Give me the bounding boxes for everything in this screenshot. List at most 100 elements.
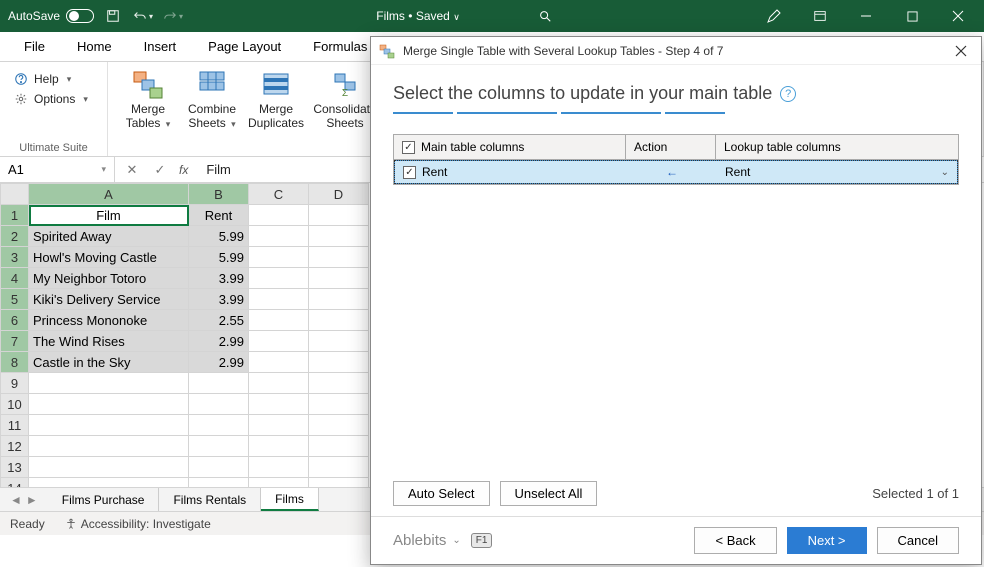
next-button[interactable]: Next > (787, 527, 867, 554)
cell[interactable]: 5.99 (189, 226, 249, 247)
cell[interactable] (189, 436, 249, 457)
dialog-titlebar[interactable]: Merge Single Table with Several Lookup T… (371, 37, 981, 65)
row-header[interactable]: 4 (1, 268, 29, 289)
cell[interactable]: Film (29, 205, 189, 226)
cell[interactable]: Rent (189, 205, 249, 226)
col-header-a[interactable]: A (29, 184, 189, 205)
save-icon[interactable] (102, 5, 124, 27)
auto-select-button[interactable]: Auto Select (393, 481, 490, 506)
sheet-tab[interactable]: Films Rentals (159, 488, 261, 511)
col-header-c[interactable]: C (249, 184, 309, 205)
cancel-formula-icon[interactable]: ✕ (123, 162, 141, 178)
autosave-toggle[interactable]: AutoSave (8, 9, 94, 23)
row-header[interactable]: 7 (1, 331, 29, 352)
cell[interactable] (309, 415, 369, 436)
name-box[interactable]: A1▾ (0, 157, 115, 182)
cell[interactable] (249, 205, 309, 226)
redo-icon[interactable]: ▾ (162, 5, 184, 27)
cell[interactable] (249, 352, 309, 373)
cell[interactable] (309, 226, 369, 247)
cell[interactable] (29, 436, 189, 457)
cell[interactable] (309, 436, 369, 457)
col-header-b[interactable]: B (189, 184, 249, 205)
cancel-button[interactable]: Cancel (877, 527, 959, 554)
cell[interactable] (249, 247, 309, 268)
sheet-tab-active[interactable]: Films (261, 488, 319, 511)
header-main-columns[interactable]: ✓ Main table columns (394, 135, 626, 159)
mapping-row[interactable]: ✓ Rent ← Rent ⌄ (394, 160, 958, 184)
cell[interactable] (309, 394, 369, 415)
toggle-switch[interactable] (66, 9, 94, 23)
cell[interactable] (249, 331, 309, 352)
row-header[interactable]: 2 (1, 226, 29, 247)
row-header[interactable]: 6 (1, 310, 29, 331)
cell[interactable]: Castle in the Sky (29, 352, 189, 373)
close-icon[interactable] (936, 1, 980, 31)
unselect-all-button[interactable]: Unselect All (500, 481, 598, 506)
row-header[interactable]: 5 (1, 289, 29, 310)
cell[interactable]: Princess Mononoke (29, 310, 189, 331)
enter-formula-icon[interactable]: ✓ (151, 162, 169, 178)
dialog-close-button[interactable] (949, 39, 973, 63)
status-accessibility[interactable]: Accessibility: Investigate (65, 517, 211, 531)
cell[interactable] (249, 394, 309, 415)
cell[interactable] (189, 373, 249, 394)
fx-icon[interactable]: fx (179, 163, 188, 177)
tab-page-layout[interactable]: Page Layout (194, 33, 295, 60)
cell[interactable] (309, 247, 369, 268)
row-header[interactable]: 12 (1, 436, 29, 457)
formula-input[interactable]: Film (198, 162, 231, 177)
cell[interactable] (309, 373, 369, 394)
tab-insert[interactable]: Insert (130, 33, 191, 60)
cell[interactable]: 2.99 (189, 352, 249, 373)
row-header[interactable]: 11 (1, 415, 29, 436)
brand-label[interactable]: Ablebits⌄ (393, 532, 461, 549)
cell[interactable] (309, 457, 369, 478)
cell[interactable] (249, 478, 309, 488)
row-header[interactable]: 14 (1, 478, 29, 488)
merge-duplicates-button[interactable]: MergeDuplicates (244, 66, 308, 133)
cell[interactable] (249, 415, 309, 436)
tab-file[interactable]: File (10, 33, 59, 60)
sheet-nav-next-icon[interactable]: ► (26, 493, 38, 507)
combine-sheets-button[interactable]: CombineSheets ▾ (180, 66, 244, 133)
cell[interactable] (249, 457, 309, 478)
cell[interactable] (249, 436, 309, 457)
row-header[interactable]: 3 (1, 247, 29, 268)
ribbon-display-icon[interactable] (798, 1, 842, 31)
cell[interactable] (249, 310, 309, 331)
lookup-column-dropdown[interactable]: Rent ⌄ (717, 161, 957, 183)
tab-home[interactable]: Home (63, 33, 126, 60)
f1-help-button[interactable]: F1 (471, 533, 493, 548)
row-checkbox[interactable]: ✓ (403, 166, 416, 179)
row-header[interactable]: 13 (1, 457, 29, 478)
cell[interactable]: 2.99 (189, 331, 249, 352)
cell[interactable] (29, 478, 189, 488)
maximize-icon[interactable] (890, 1, 934, 31)
sheet-nav-prev-icon[interactable]: ◄ (10, 493, 22, 507)
row-header[interactable]: 9 (1, 373, 29, 394)
cell[interactable] (189, 415, 249, 436)
col-header-d[interactable]: D (309, 184, 369, 205)
options-button[interactable]: Options▾ (10, 90, 97, 108)
cell[interactable]: Kiki's Delivery Service (29, 289, 189, 310)
select-all-checkbox[interactable]: ✓ (402, 141, 415, 154)
cell[interactable] (309, 352, 369, 373)
cell[interactable] (249, 289, 309, 310)
cell[interactable] (29, 394, 189, 415)
cell[interactable]: 3.99 (189, 268, 249, 289)
cell[interactable] (29, 373, 189, 394)
cell[interactable]: 2.55 (189, 310, 249, 331)
search-icon[interactable] (530, 6, 560, 26)
pen-icon[interactable] (752, 1, 796, 31)
cell[interactable] (189, 478, 249, 488)
row-header[interactable]: 8 (1, 352, 29, 373)
sheet-tab[interactable]: Films Purchase (48, 488, 160, 511)
row-header[interactable]: 1 (1, 205, 29, 226)
cell[interactable]: Howl's Moving Castle (29, 247, 189, 268)
help-icon[interactable]: ? (780, 86, 796, 102)
cell[interactable] (249, 373, 309, 394)
cell[interactable] (189, 457, 249, 478)
cell[interactable]: Spirited Away (29, 226, 189, 247)
select-all-cell[interactable] (1, 184, 29, 205)
